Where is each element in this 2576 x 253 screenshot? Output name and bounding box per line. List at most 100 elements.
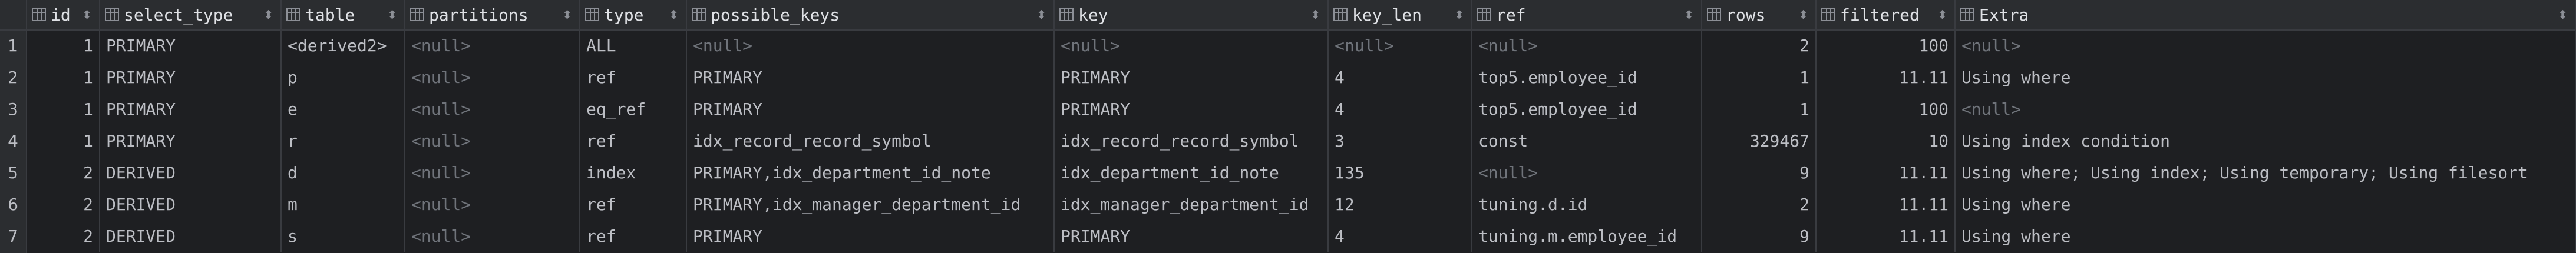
cell-key-len[interactable]: 4 — [1329, 220, 1472, 252]
row-number[interactable]: 3 — [0, 93, 26, 125]
cell-key[interactable]: PRIMARY — [1055, 220, 1329, 252]
header-corner[interactable] — [0, 0, 27, 29]
results-grid[interactable]: id ⬍ select_type ⬍ table ⬍ partitions ⬍ type ⬍ pos… — [0, 0, 2576, 253]
cell-filtered[interactable]: 10 — [1817, 125, 1956, 157]
table-row[interactable]: 7 2 DERIVED s <null> ref PRIMARY PRIMARY 4 tuning… — [0, 220, 2576, 252]
cell-key-len[interactable]: 12 — [1329, 188, 1472, 220]
cell-key-len[interactable]: 4 — [1329, 61, 1472, 93]
cell-ref[interactable]: top5.employee_id — [1472, 93, 1702, 125]
cell-extra[interactable]: Using where — [1956, 61, 2576, 93]
cell-key[interactable]: idx_department_id_note — [1055, 157, 1329, 188]
cell-partitions[interactable]: <null> — [405, 157, 580, 188]
cell-key[interactable]: idx_record_record_symbol — [1055, 125, 1329, 157]
cell-id[interactable]: 1 — [27, 29, 100, 61]
cell-possible-keys[interactable]: PRIMARY,idx_manager_department_id — [687, 188, 1055, 220]
cell-rows[interactable]: 9 — [1702, 220, 1817, 252]
cell-filtered[interactable]: 11.11 — [1817, 61, 1956, 93]
cell-extra[interactable]: Using where — [1956, 220, 2576, 252]
cell-table[interactable]: d — [282, 157, 405, 188]
row-number[interactable]: 1 — [0, 29, 26, 61]
sort-arrows-icon[interactable]: ⬍ — [562, 8, 572, 22]
column-header-possible-keys[interactable]: possible_keys ⬍ — [687, 0, 1055, 29]
column-header-rows[interactable]: rows ⬍ — [1702, 0, 1817, 29]
sort-arrows-icon[interactable]: ⬍ — [387, 8, 397, 22]
cell-key-len[interactable]: 135 — [1329, 157, 1472, 188]
row-number[interactable]: 6 — [0, 188, 26, 220]
cell-filtered[interactable]: 100 — [1817, 29, 1956, 61]
cell-extra[interactable]: Using where — [1956, 188, 2576, 220]
cell-table[interactable]: s — [282, 220, 405, 252]
cell-id[interactable]: 2 — [27, 188, 100, 220]
cell-key[interactable]: idx_manager_department_id — [1055, 188, 1329, 220]
column-header-table[interactable]: table ⬍ — [282, 0, 405, 29]
cell-rows[interactable]: 9 — [1702, 157, 1817, 188]
cell-type[interactable]: ALL — [580, 29, 687, 61]
cell-table[interactable]: r — [282, 125, 405, 157]
cell-extra[interactable]: <null> — [1956, 29, 2576, 61]
cell-rows[interactable]: 1 — [1702, 93, 1817, 125]
cell-rows[interactable]: 329467 — [1702, 125, 1817, 157]
cell-key-len[interactable]: 4 — [1329, 93, 1472, 125]
cell-table[interactable]: <derived2> — [282, 29, 405, 61]
cell-possible-keys[interactable]: PRIMARY,idx_department_id_note — [687, 157, 1055, 188]
cell-extra[interactable]: Using index condition — [1956, 125, 2576, 157]
sort-arrows-icon[interactable]: ⬍ — [2558, 8, 2568, 22]
sort-arrows-icon[interactable]: ⬍ — [1310, 8, 1320, 22]
cell-table[interactable]: m — [282, 188, 405, 220]
cell-select-type[interactable]: DERIVED — [100, 188, 282, 220]
cell-type[interactable]: ref — [580, 61, 687, 93]
sort-arrows-icon[interactable]: ⬍ — [263, 8, 273, 22]
cell-possible-keys[interactable]: PRIMARY — [687, 220, 1055, 252]
table-row[interactable]: 6 2 DERIVED m <null> ref PRIMARY,idx_manager_d… — [0, 188, 2576, 220]
cell-partitions[interactable]: <null> — [405, 61, 580, 93]
table-row[interactable]: 2 1 PRIMARY p <null> ref PRIMARY PRIMARY 4 top5.e… — [0, 61, 2576, 93]
cell-filtered[interactable]: 11.11 — [1817, 220, 1956, 252]
sort-arrows-icon[interactable]: ⬍ — [1454, 8, 1464, 22]
cell-type[interactable]: ref — [580, 188, 687, 220]
row-number[interactable]: 4 — [0, 125, 26, 157]
row-number[interactable]: 2 — [0, 61, 26, 93]
cell-type[interactable]: index — [580, 157, 687, 188]
cell-ref[interactable]: <null> — [1472, 157, 1702, 188]
column-header-type[interactable]: type ⬍ — [580, 0, 687, 29]
cell-rows[interactable]: 2 — [1702, 188, 1817, 220]
cell-partitions[interactable]: <null> — [405, 125, 580, 157]
cell-type[interactable]: eq_ref — [580, 93, 687, 125]
column-header-key[interactable]: key ⬍ — [1055, 0, 1329, 29]
column-header-extra[interactable]: Extra ⬍ — [1956, 0, 2576, 29]
cell-table[interactable]: e — [282, 93, 405, 125]
cell-ref[interactable]: tuning.m.employee_id — [1472, 220, 1702, 252]
cell-filtered[interactable]: 11.11 — [1817, 188, 1956, 220]
cell-id[interactable]: 2 — [27, 157, 100, 188]
cell-rows[interactable]: 2 — [1702, 29, 1817, 61]
cell-ref[interactable]: <null> — [1472, 29, 1702, 61]
cell-table[interactable]: p — [282, 61, 405, 93]
cell-id[interactable]: 1 — [27, 125, 100, 157]
cell-possible-keys[interactable]: PRIMARY — [687, 93, 1055, 125]
sort-arrows-icon[interactable]: ⬍ — [1036, 8, 1046, 22]
cell-key-len[interactable]: 3 — [1329, 125, 1472, 157]
table-row[interactable]: 4 1 PRIMARY r <null> ref idx_record_record_sym… — [0, 125, 2576, 157]
cell-id[interactable]: 1 — [27, 93, 100, 125]
cell-key[interactable]: <null> — [1055, 29, 1329, 61]
sort-arrows-icon[interactable]: ⬍ — [1937, 8, 1947, 22]
table-row[interactable]: 1 1 PRIMARY <derived2> <null> ALL <null> <null>… — [0, 29, 2576, 61]
row-number[interactable]: 7 — [0, 220, 26, 252]
cell-ref[interactable]: tuning.d.id — [1472, 188, 1702, 220]
cell-type[interactable]: ref — [580, 220, 687, 252]
column-header-partitions[interactable]: partitions ⬍ — [405, 0, 580, 29]
sort-arrows-icon[interactable]: ⬍ — [669, 8, 679, 22]
column-header-id[interactable]: id ⬍ — [27, 0, 100, 29]
cell-partitions[interactable]: <null> — [405, 188, 580, 220]
cell-filtered[interactable]: 11.11 — [1817, 157, 1956, 188]
row-number[interactable]: 5 — [0, 157, 26, 188]
cell-ref[interactable]: const — [1472, 125, 1702, 157]
cell-select-type[interactable]: DERIVED — [100, 220, 282, 252]
cell-type[interactable]: ref — [580, 125, 687, 157]
column-header-ref[interactable]: ref ⬍ — [1472, 0, 1702, 29]
cell-partitions[interactable]: <null> — [405, 29, 580, 61]
cell-select-type[interactable]: PRIMARY — [100, 29, 282, 61]
table-row[interactable]: 5 2 DERIVED d <null> index PRIMARY,idx_departm… — [0, 157, 2576, 188]
cell-select-type[interactable]: PRIMARY — [100, 125, 282, 157]
cell-key-len[interactable]: <null> — [1329, 29, 1472, 61]
